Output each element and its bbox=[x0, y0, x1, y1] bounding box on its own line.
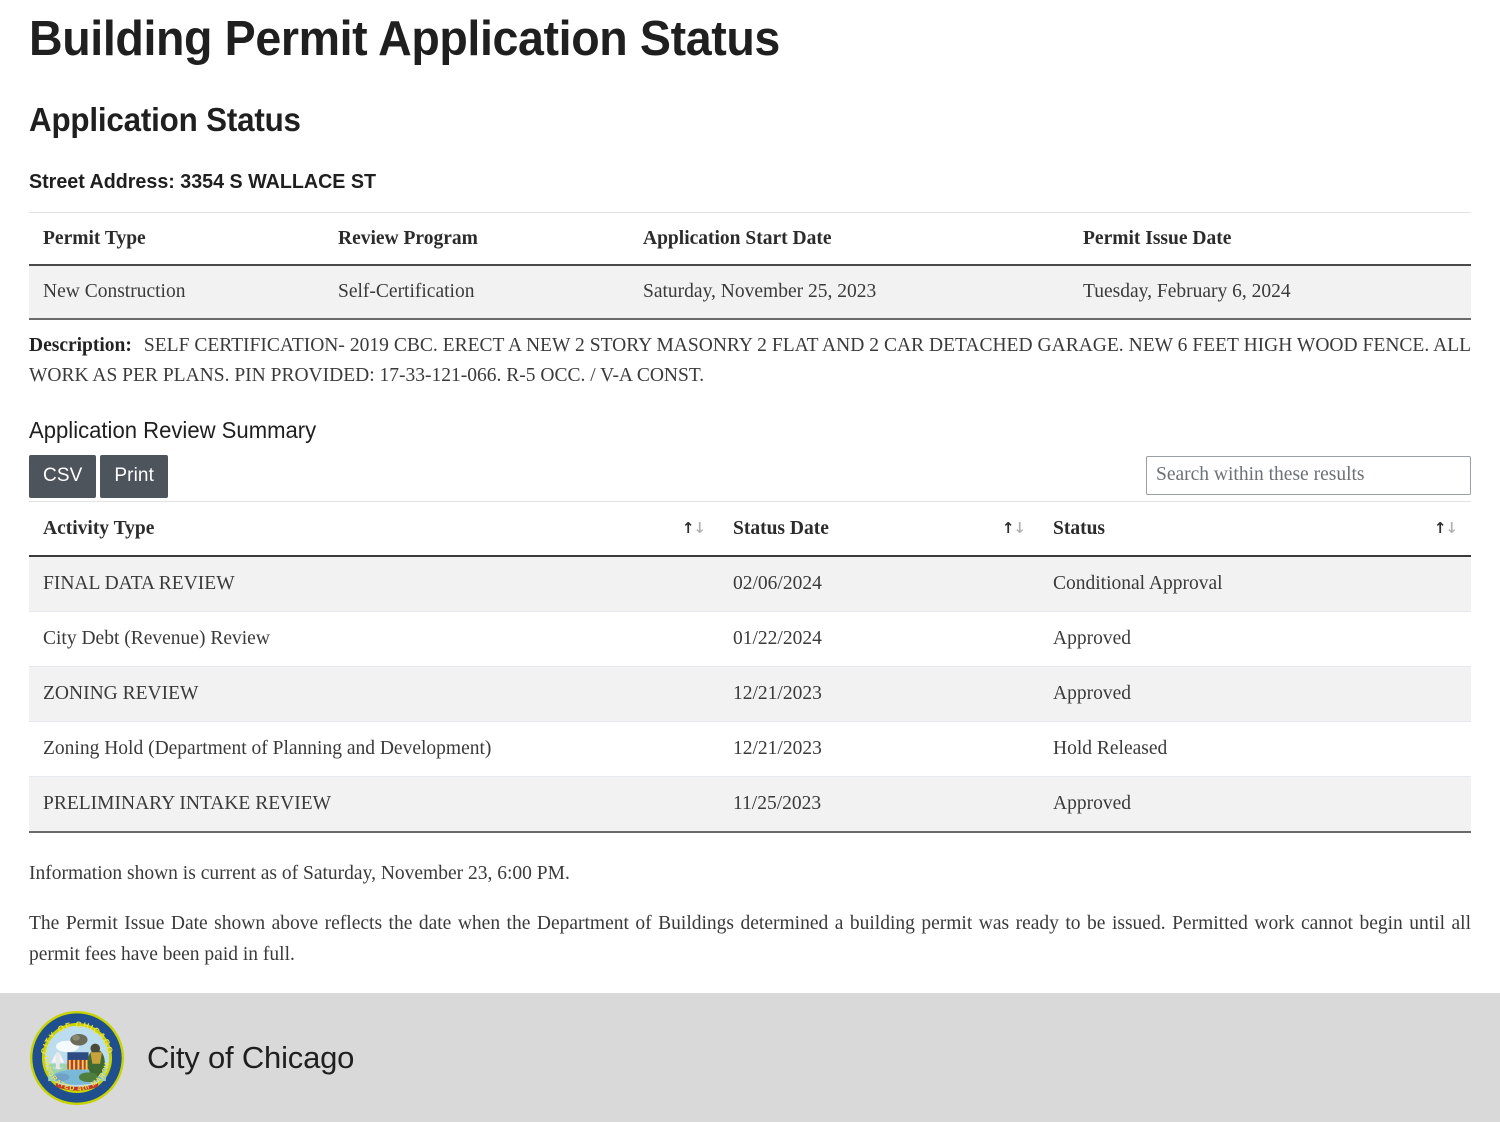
city-of-chicago-seal-icon: CITY OF CHICAGO INCORPORATED 4th MARCH 1… bbox=[26, 1005, 125, 1106]
sort-asc-icon: ↑ bbox=[1433, 518, 1447, 537]
cell-status: Approved bbox=[1039, 666, 1471, 723]
table-row: New Construction Self-Certification Satu… bbox=[29, 265, 1471, 321]
cell-permit-issue-date: Tuesday, February 6, 2024 bbox=[1069, 265, 1471, 321]
table-row: ZONING REVIEW 12/21/2023 Approved bbox=[29, 666, 1471, 723]
table-toolbar: CSV Print bbox=[29, 455, 1471, 501]
permit-table-head: Permit Type Review Program Application S… bbox=[29, 212, 1471, 267]
cell-application-start-date: Saturday, November 25, 2023 bbox=[629, 265, 1069, 321]
permit-table-body: New Construction Self-Certification Satu… bbox=[29, 265, 1471, 321]
table-row: Zoning Hold (Department of Planning and … bbox=[29, 721, 1471, 778]
description-text: SELF CERTIFICATION- 2019 CBC. ERECT A NE… bbox=[29, 335, 1471, 387]
header-activity-type[interactable]: Activity Type ↑↓ bbox=[29, 501, 719, 558]
footer-brand-label: City of Chicago bbox=[147, 1039, 355, 1075]
export-button-group: CSV Print bbox=[29, 455, 168, 499]
sort-desc-icon: ↓ bbox=[1013, 518, 1026, 537]
street-address: Street Address: 3354 S WALLACE ST bbox=[29, 170, 377, 194]
main-content: Building Permit Application Status Appli… bbox=[0, 0, 1500, 970]
table-row: PRELIMINARY INTAKE REVIEW 11/25/2023 App… bbox=[29, 776, 1471, 834]
sort-toggle-icon[interactable]: ↑↓ bbox=[681, 518, 706, 537]
print-button[interactable]: Print bbox=[100, 455, 168, 499]
header-status[interactable]: Status ↑↓ bbox=[1039, 501, 1471, 558]
cell-activity-type: City Debt (Revenue) Review bbox=[29, 611, 719, 668]
sort-toggle-icon[interactable]: ↑↓ bbox=[1433, 518, 1458, 537]
cell-activity-type: PRELIMINARY INTAKE REVIEW bbox=[29, 776, 719, 834]
description-paragraph: Description: SELF CERTIFICATION- 2019 CBC… bbox=[29, 320, 1471, 391]
cell-activity-type: Zoning Hold (Department of Planning and … bbox=[29, 721, 719, 778]
cell-status-date: 02/06/2024 bbox=[719, 556, 1039, 613]
header-permit-type: Permit Type bbox=[29, 212, 324, 267]
header-review-program: Review Program bbox=[324, 212, 629, 267]
review-table-header-row: Activity Type ↑↓ Status Date ↑↓ Status ↑… bbox=[29, 501, 1471, 558]
permit-info-table: Permit Type Review Program Application S… bbox=[29, 212, 1471, 321]
sort-desc-icon: ↓ bbox=[1445, 518, 1458, 537]
disclaimer-note: The Permit Issue Date shown above reflec… bbox=[29, 913, 1471, 965]
sort-toggle-icon[interactable]: ↑↓ bbox=[1001, 518, 1026, 537]
section-heading: Application Status bbox=[29, 101, 301, 139]
site-footer: CITY OF CHICAGO INCORPORATED 4th MARCH 1… bbox=[0, 993, 1500, 1122]
header-permit-issue-date: Permit Issue Date bbox=[1069, 212, 1471, 267]
permit-table-header-row: Permit Type Review Program Application S… bbox=[29, 212, 1471, 267]
review-summary-table: Activity Type ↑↓ Status Date ↑↓ Status ↑… bbox=[29, 501, 1471, 834]
sort-asc-icon: ↑ bbox=[1001, 518, 1015, 537]
cell-status: Hold Released bbox=[1039, 721, 1471, 778]
review-table-body: FINAL DATA REVIEW 02/06/2024 Conditional… bbox=[29, 556, 1471, 834]
table-row: FINAL DATA REVIEW 02/06/2024 Conditional… bbox=[29, 556, 1471, 613]
cell-status-date: 12/21/2023 bbox=[719, 721, 1039, 778]
page-title: Building Permit Application Status bbox=[29, 12, 780, 66]
review-table-head: Activity Type ↑↓ Status Date ↑↓ Status ↑… bbox=[29, 501, 1471, 558]
header-status-date-label: Status Date bbox=[733, 518, 829, 540]
table-row: City Debt (Revenue) Review 01/22/2024 Ap… bbox=[29, 611, 1471, 668]
currency-note: Information shown is current as of Satur… bbox=[29, 863, 570, 885]
description-label: Description: bbox=[29, 335, 132, 357]
header-status-label: Status bbox=[1053, 518, 1106, 540]
sort-desc-icon: ↓ bbox=[693, 518, 706, 537]
cell-status-date: 11/25/2023 bbox=[719, 776, 1039, 834]
cell-status: Conditional Approval bbox=[1039, 556, 1471, 613]
cell-status-date: 01/22/2024 bbox=[719, 611, 1039, 668]
permit-status-page: Building Permit Application Status Appli… bbox=[0, 0, 1500, 1122]
header-activity-type-label: Activity Type bbox=[43, 518, 155, 540]
search-input[interactable] bbox=[1146, 456, 1471, 496]
cell-activity-type: ZONING REVIEW bbox=[29, 666, 719, 723]
cell-permit-type: New Construction bbox=[29, 265, 324, 321]
header-status-date[interactable]: Status Date ↑↓ bbox=[719, 501, 1039, 558]
review-summary-heading: Application Review Summary bbox=[29, 417, 317, 444]
csv-button[interactable]: CSV bbox=[29, 455, 97, 499]
cell-review-program: Self-Certification bbox=[324, 265, 629, 321]
search-container bbox=[1146, 456, 1471, 496]
cell-activity-type: FINAL DATA REVIEW bbox=[29, 556, 719, 613]
header-application-start-date: Application Start Date bbox=[629, 212, 1069, 267]
cell-status: Approved bbox=[1039, 776, 1471, 834]
cell-status: Approved bbox=[1039, 611, 1471, 668]
cell-status-date: 12/21/2023 bbox=[719, 666, 1039, 723]
sort-asc-icon: ↑ bbox=[681, 518, 695, 537]
